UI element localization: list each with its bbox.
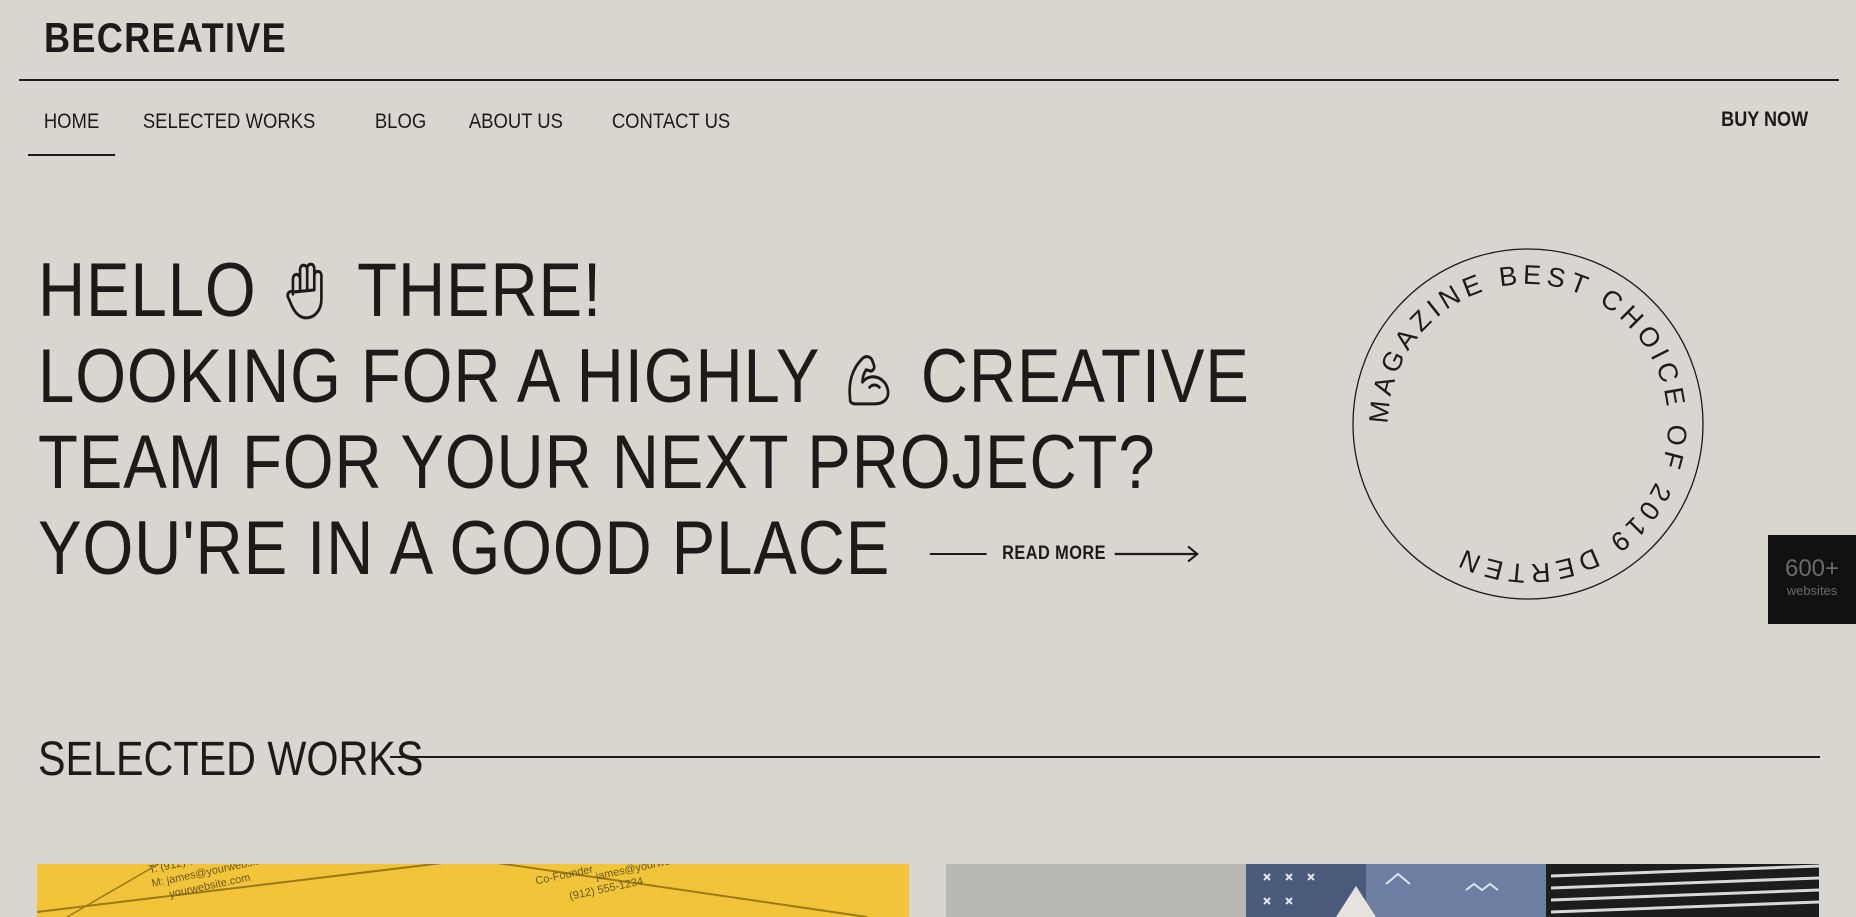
main-nav: HOME SELECTED WORKS BLOG ABOUT US CONTAC… [28, 106, 767, 156]
nav-item-blog[interactable]: BLOG [359, 106, 442, 156]
work-card-patterns[interactable] [946, 864, 1819, 917]
read-more-label: READ MORE [1002, 542, 1106, 564]
websites-label: websites [1786, 583, 1838, 598]
pattern-image [946, 864, 1819, 917]
flexed-biceps-icon [848, 355, 890, 406]
nav-item-home[interactable]: HOME [28, 106, 116, 156]
award-badge: MAGAZINE BEST CHOICE OF 2019 DERTEN [1352, 248, 1704, 600]
buy-now-link[interactable]: BUY NOW [1721, 108, 1808, 132]
hero-text: YOU'RE IN A GOOD PLACE [38, 506, 891, 591]
raised-hand-icon [286, 262, 324, 320]
business-card-image: T: (912) 555-1234 M: james@yourwebsite.c… [37, 864, 909, 917]
hero-text: HELLO [38, 248, 257, 333]
hero-line-4: YOU'RE IN A GOOD PLACE READ MORE [38, 506, 1250, 597]
hero-heading: HELLO THERE! LOOKING FOR A HIGHLY CREATI… [38, 248, 1447, 597]
hero-text: THERE! [357, 248, 602, 333]
websites-count-badge[interactable]: 600+ websites [1768, 535, 1856, 624]
selected-works-divider [390, 756, 1820, 758]
nav-item-about-us[interactable]: ABOUT US [453, 106, 579, 156]
header-divider [19, 79, 1839, 81]
hero-line-1: HELLO THERE! [38, 248, 1250, 334]
site-logo[interactable]: BECREATIVE [44, 14, 287, 62]
hero-line-3: TEAM FOR YOUR NEXT PROJECT? [38, 420, 1156, 505]
websites-count: 600+ [1784, 555, 1840, 582]
badge-circle [1352, 248, 1704, 600]
hero-text: LOOKING FOR A HIGHLY [38, 334, 820, 419]
hero-text: CREATIVE [920, 334, 1250, 419]
badge-text: MAGAZINE BEST CHOICE OF 2019 DERTEN [1363, 260, 1692, 589]
nav-item-contact-us[interactable]: CONTACT US [596, 106, 746, 156]
nav-item-selected-works[interactable]: SELECTED WORKS [127, 106, 331, 156]
read-more-link[interactable]: READ MORE [929, 511, 1201, 597]
selected-works-heading: SELECTED WORKS [38, 733, 424, 786]
hero-line-2: LOOKING FOR A HIGHLY CREATIVE [38, 334, 1250, 420]
arrow-right-icon [1114, 545, 1199, 562]
work-card-business-cards[interactable]: T: (912) 555-1234 M: james@yourwebsite.c… [37, 864, 909, 917]
read-more-dash [929, 552, 987, 555]
